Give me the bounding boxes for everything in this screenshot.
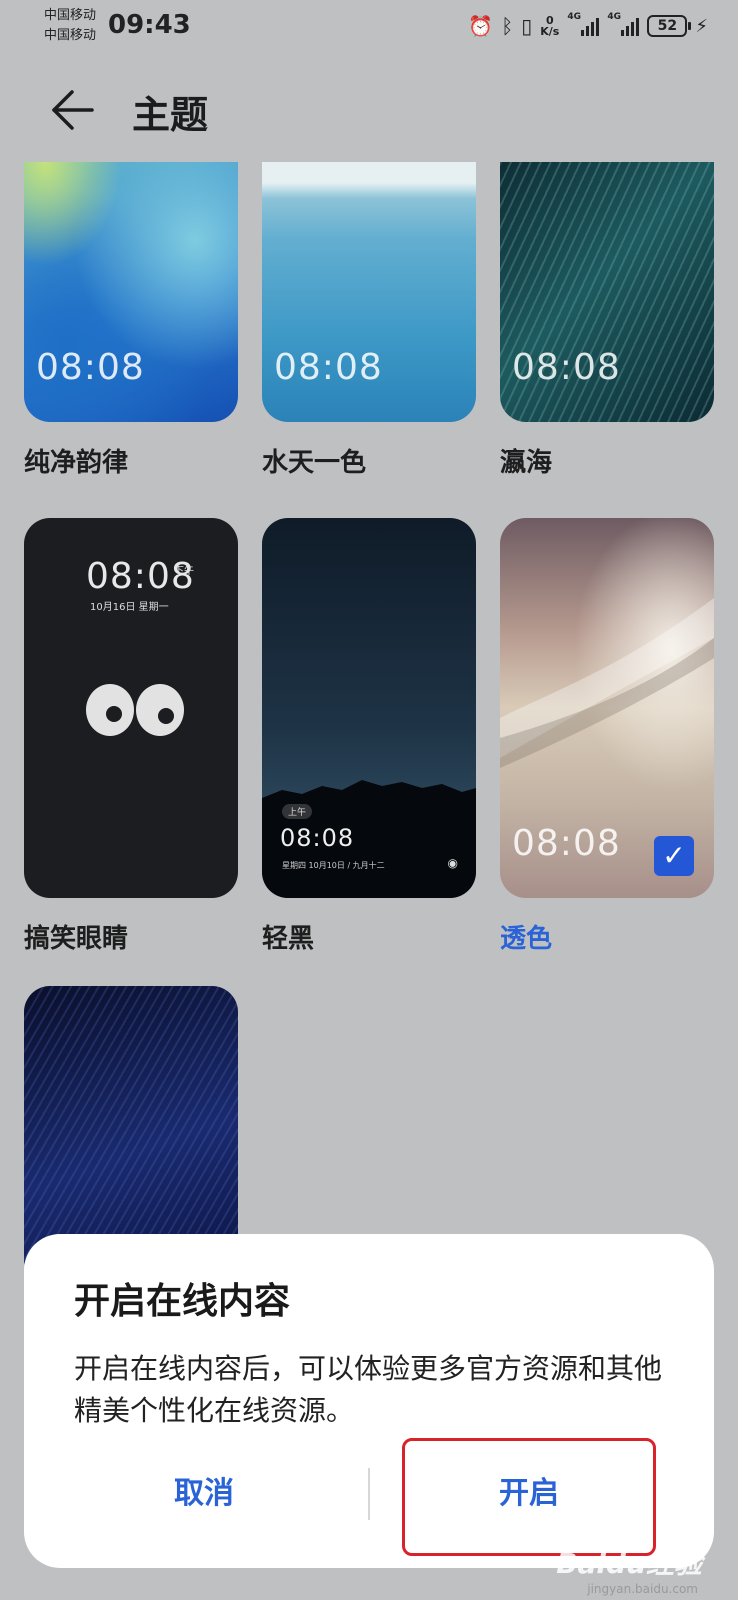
- preview-ampm: 上午: [282, 804, 313, 819]
- status-clock: 09:43: [108, 10, 191, 40]
- eye-left: [86, 684, 134, 736]
- theme-label[interactable]: 轻黑: [262, 918, 314, 955]
- carrier-info: 中国移动 中国移动: [44, 6, 96, 46]
- charging-icon: ⚡: [695, 15, 708, 37]
- theme-label[interactable]: 瀛海: [500, 442, 552, 479]
- theme-card-translucent[interactable]: 08:08 ✓: [500, 518, 714, 898]
- signal-icon: 4G: [567, 12, 600, 36]
- status-bar: 中国移动 中国移动 09:43 ⏰ ᛒ ▯ 0 K/s 4G 4G 52 ⚡: [0, 0, 738, 52]
- theme-label[interactable]: 搞笑眼睛: [24, 918, 128, 955]
- carrier-2: 中国移动: [44, 28, 97, 43]
- alarm-icon: ⏰: [468, 14, 494, 38]
- theme-card-light-black[interactable]: 上午 08:08 星期四 10月10日 / 九月十二 ◉: [262, 518, 476, 898]
- dialog-title: 开启在线内容: [74, 1281, 291, 1322]
- theme-card-ocean[interactable]: 08:08: [500, 162, 714, 422]
- back-button[interactable]: [48, 84, 100, 136]
- preview-time: 08:08: [274, 347, 383, 388]
- page-title: 主题: [132, 93, 209, 137]
- bluetooth-icon: ᛒ: [501, 14, 514, 38]
- theme-card-water-sky[interactable]: 08:08: [262, 162, 476, 422]
- signal-icon: 4G: [607, 12, 640, 36]
- preview-ampm: 下午: [174, 566, 194, 577]
- theme-label-selected[interactable]: 透色: [500, 918, 552, 955]
- preview-time: 08:08: [512, 347, 621, 388]
- camera-icon: ◉: [447, 856, 458, 870]
- preview-time: 08:08: [36, 347, 145, 388]
- watermark: Baidu经验: [556, 1547, 702, 1580]
- net-speed: 0 K/s: [540, 14, 560, 38]
- theme-label[interactable]: 纯净韵律: [24, 442, 128, 479]
- vibrate-icon: ▯: [521, 14, 533, 38]
- preview-time: 08:08: [512, 823, 621, 864]
- arrow-left-icon: [52, 90, 94, 130]
- dialog-body: 开启在线内容后，可以体验更多官方资源和其他精美个性化在线资源。: [74, 1352, 663, 1427]
- theme-label[interactable]: 水天一色: [262, 442, 366, 479]
- battery-icon: 52: [647, 15, 692, 37]
- annotation-highlight-box: [402, 1438, 656, 1556]
- carrier-1: 中国移动: [44, 8, 97, 23]
- preview-date: 10月16日 星期一: [90, 602, 169, 613]
- header: 主题: [0, 70, 738, 150]
- eye-right: [136, 684, 184, 736]
- preview-time: 08:08: [280, 824, 355, 852]
- cancel-button[interactable]: 取消: [84, 1464, 324, 1524]
- theme-card-funny-eyes[interactable]: 08:08 下午 10月16日 星期一: [24, 518, 238, 898]
- watermark-sub: jingyan.baidu.com: [587, 1582, 698, 1596]
- check-icon: ✓: [654, 836, 694, 876]
- button-divider: [368, 1468, 370, 1520]
- preview-date: 星期四 10月10日 / 九月十二: [282, 861, 385, 870]
- theme-card-pure-rhythm[interactable]: 08:08: [24, 162, 238, 422]
- status-icons: ⏰ ᛒ ▯ 0 K/s 4G 4G 52 ⚡: [468, 12, 708, 38]
